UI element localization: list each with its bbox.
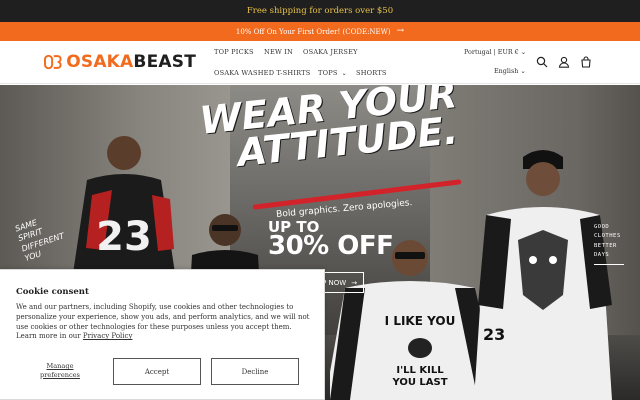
site-header: OSAKABEAST TOP PICKS NEW IN OSAKA JERSEY…	[0, 41, 640, 84]
manage-preferences-link[interactable]: Manage preferences	[30, 362, 90, 379]
nav-tops[interactable]: TOPS ⌄	[318, 69, 347, 77]
shirt-text-2: I'LL KILL	[396, 365, 444, 376]
shipping-announcement: Free shipping for orders over $50	[0, 0, 640, 22]
logo-wordmark: OSAKABEAST	[66, 51, 196, 72]
side-right-rule	[594, 264, 624, 266]
accept-button[interactable]: Accept	[113, 358, 201, 385]
shipping-announcement-text: Free shipping for orders over $50	[246, 6, 394, 16]
nav-top-picks[interactable]: TOP PICKS	[214, 48, 254, 56]
arrow-right-icon: →	[351, 278, 358, 287]
chevron-down-icon: ⌄	[341, 70, 347, 77]
side-right-line: BETTER	[594, 242, 617, 249]
cookie-consent-body: We and our partners, including Shopify, …	[16, 303, 312, 342]
cookie-consent-dialog: Cookie consent We and our partners, incl…	[0, 269, 325, 400]
logo-word-beast: BEAST	[133, 51, 196, 72]
chevron-down-icon: ⌄	[520, 67, 526, 75]
jersey-number: 23	[96, 214, 152, 260]
logo-word-osaka: OSAKA	[66, 51, 134, 72]
account-icon[interactable]	[558, 56, 570, 68]
wolf-shirt-number: 23	[483, 325, 505, 344]
cookie-consent-body-text: We and our partners, including Shopify, …	[16, 303, 310, 341]
nav-tops-label: TOPS	[318, 69, 338, 77]
hero-discount: 30% OFF	[268, 231, 394, 261]
logo[interactable]: OSAKABEAST	[44, 50, 196, 74]
language-selector[interactable]: English ⌄	[494, 67, 526, 75]
nav-shorts[interactable]: SHORTS	[356, 69, 387, 77]
nav-osaka-washed-tshirts[interactable]: OSAKA WASHED T-SHIRTS	[214, 69, 311, 77]
shirt-text-1: I LIKE YOU	[385, 314, 456, 328]
model-wolf-shirt: 23	[474, 150, 612, 400]
nav-new-in[interactable]: NEW IN	[264, 48, 293, 56]
cart-icon[interactable]	[580, 56, 592, 68]
side-right-line: CLOTHES	[594, 233, 621, 240]
logo-mark-icon	[44, 54, 62, 70]
country-selector-label: Portugal | EUR €	[464, 48, 519, 56]
privacy-policy-link[interactable]: Privacy Policy	[83, 332, 133, 340]
chevron-down-icon: ⌄	[520, 48, 527, 56]
country-selector[interactable]: Portugal | EUR € ⌄	[464, 48, 526, 56]
language-selector-label: English	[494, 67, 519, 75]
side-right-line: DAYS	[594, 252, 610, 259]
decline-button[interactable]: Decline	[211, 358, 299, 385]
shirt-text-3: YOU LAST	[391, 377, 447, 388]
nav-osaka-jersey[interactable]: OSAKA JERSEY	[303, 48, 358, 56]
arrow-right-icon: →	[396, 26, 405, 36]
promo-announcement[interactable]: 10% Off On Your First Order! (CODE:NEW) …	[0, 22, 640, 41]
cookie-consent-title: Cookie consent	[16, 287, 89, 297]
promo-announcement-text[interactable]: 10% Off On Your First Order! (CODE:NEW)	[236, 28, 391, 36]
hero-side-text-right: GOOD CLOTHES BETTER DAYS	[594, 223, 624, 266]
search-icon[interactable]	[536, 56, 548, 68]
side-right-line: GOOD	[594, 224, 610, 230]
